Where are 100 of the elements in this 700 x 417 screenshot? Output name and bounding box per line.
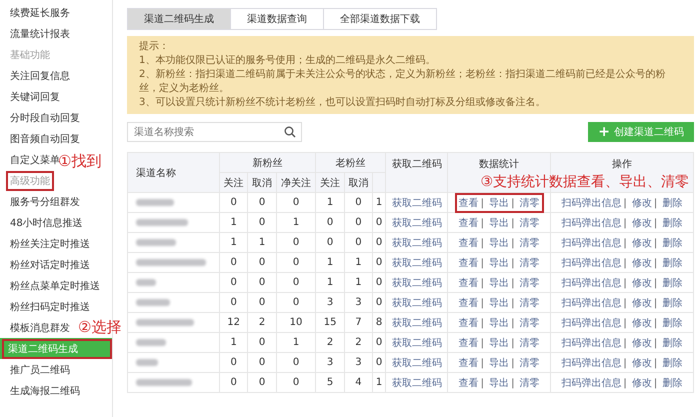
stats-link[interactable]: 查看 bbox=[458, 258, 479, 268]
operation-link[interactable]: 扫码弹出信息 bbox=[561, 338, 622, 348]
stats-link[interactable]: 导出 bbox=[489, 278, 510, 288]
link-separator: | bbox=[511, 358, 514, 368]
operation-link[interactable]: 删除 bbox=[662, 358, 682, 368]
sidebar-item[interactable]: 图音频自动回复 bbox=[8, 130, 82, 148]
table-cell: 0 bbox=[219, 192, 248, 212]
sidebar-item[interactable]: 关注回复信息 bbox=[8, 66, 72, 84]
stats-link[interactable]: 查看 bbox=[458, 338, 479, 348]
stats-link[interactable]: 清零 bbox=[520, 358, 540, 368]
sidebar-item[interactable]: 分时段自动回复 bbox=[8, 108, 82, 126]
sidebar-item[interactable]: 粉丝关注定时推送 bbox=[8, 234, 92, 252]
operation-link[interactable]: 扫码弹出信息 bbox=[561, 198, 622, 208]
sidebar-item[interactable]: 模板消息群发 bbox=[8, 318, 72, 336]
operation-link[interactable]: 扫码弹出信息 bbox=[561, 298, 622, 308]
tab[interactable]: 渠道二维码生成 bbox=[127, 8, 231, 30]
stats-link[interactable]: 导出 bbox=[489, 238, 510, 248]
link-separator: | bbox=[654, 258, 658, 268]
column-header: 关注 bbox=[316, 172, 344, 192]
operation-link[interactable]: 删除 bbox=[662, 218, 682, 228]
stats-link[interactable]: 导出 bbox=[489, 198, 510, 208]
stats-link[interactable]: 清零 bbox=[520, 218, 540, 228]
operation-link[interactable]: 删除 bbox=[662, 298, 682, 308]
stats-link[interactable]: 清零 bbox=[520, 298, 540, 308]
operation-link[interactable]: 扫码弹出信息 bbox=[561, 238, 622, 248]
operation-link[interactable]: 修改 bbox=[632, 318, 652, 328]
operation-link[interactable]: 删除 bbox=[662, 318, 682, 328]
operation-link[interactable]: 删除 bbox=[662, 278, 682, 288]
stats-link[interactable]: 导出 bbox=[489, 338, 510, 348]
sidebar-item[interactable]: 粉丝对话定时推送 bbox=[8, 256, 92, 274]
operation-link[interactable]: 删除 bbox=[662, 378, 682, 388]
stats-link[interactable]: 清零 bbox=[520, 278, 540, 288]
operation-link[interactable]: 删除 bbox=[662, 258, 682, 268]
link-separator: | bbox=[623, 338, 627, 348]
stats-link[interactable]: 查看 bbox=[458, 198, 479, 208]
sidebar-item[interactable]: 粉丝点菜单定时推送 bbox=[8, 276, 102, 294]
stats-link[interactable]: 导出 bbox=[489, 318, 510, 328]
sidebar-item[interactable]: 续费延长服务 bbox=[8, 4, 72, 22]
operation-link[interactable]: 删除 bbox=[662, 338, 682, 348]
operation-link[interactable]: 扫码弹出信息 bbox=[561, 318, 622, 328]
operation-link[interactable]: 修改 bbox=[632, 198, 652, 208]
table-cell: 0 bbox=[276, 252, 316, 272]
table-cell: 0 bbox=[276, 292, 316, 312]
sidebar-item[interactable]: 关键词回复 bbox=[8, 88, 62, 106]
stats-link[interactable]: 清零 bbox=[520, 338, 540, 348]
operation-link[interactable]: 扫码弹出信息 bbox=[561, 358, 622, 368]
table-cell: 1 bbox=[372, 372, 386, 392]
stats-link[interactable]: 清零 bbox=[520, 198, 540, 208]
operation-link[interactable]: 修改 bbox=[632, 378, 652, 388]
stats-link[interactable]: 导出 bbox=[489, 258, 510, 268]
sidebar-item[interactable]: 生成海报二维码 bbox=[8, 382, 82, 400]
stats-link[interactable]: 导出 bbox=[489, 218, 510, 228]
operation-link[interactable]: 扫码弹出信息 bbox=[561, 378, 622, 388]
stats-link[interactable]: 清零 bbox=[520, 378, 540, 388]
operation-link[interactable]: 删除 bbox=[662, 198, 682, 208]
operation-link[interactable]: 修改 bbox=[632, 358, 652, 368]
operation-link[interactable]: 修改 bbox=[632, 298, 652, 308]
stats-link[interactable]: 清零 bbox=[520, 238, 540, 248]
operation-link[interactable]: 扫码弹出信息 bbox=[561, 218, 622, 228]
sidebar-item[interactable]: 流量统计报表 bbox=[8, 24, 72, 42]
stats-link[interactable]: 导出 bbox=[489, 378, 510, 388]
link-separator: | bbox=[511, 218, 514, 228]
stats-link[interactable]: 查看 bbox=[458, 238, 479, 248]
table-cell: 0 bbox=[372, 272, 386, 292]
operation-link[interactable]: 扫码弹出信息 bbox=[561, 258, 622, 268]
search-field[interactable]: 渠道名称搜索 bbox=[127, 122, 302, 142]
operation-link[interactable]: 修改 bbox=[632, 338, 652, 348]
stats-link[interactable]: 清零 bbox=[520, 258, 540, 268]
table-cell: 3 bbox=[344, 352, 373, 372]
table-cell: 0 bbox=[344, 212, 373, 232]
operation-link[interactable]: 修改 bbox=[632, 238, 652, 248]
link-separator: | bbox=[654, 338, 658, 348]
sidebar-item[interactable]: 推广员二维码 bbox=[8, 360, 72, 378]
tab[interactable]: 全部渠道数据下载 bbox=[323, 8, 437, 30]
operation-link[interactable]: 修改 bbox=[632, 258, 652, 268]
stats-link[interactable]: 清零 bbox=[520, 318, 540, 328]
table-cell: 3 bbox=[344, 292, 373, 312]
link-separator: | bbox=[623, 358, 627, 368]
stats-link[interactable]: 导出 bbox=[489, 358, 510, 368]
stats-link[interactable]: 导出 bbox=[489, 298, 510, 308]
operation-link[interactable]: 删除 bbox=[662, 238, 682, 248]
stats-link[interactable]: 查看 bbox=[458, 318, 479, 328]
sidebar-item[interactable]: 48小时信息推送 bbox=[8, 214, 85, 232]
link-separator: | bbox=[480, 338, 484, 348]
stats-link[interactable]: 查看 bbox=[458, 378, 479, 388]
operation-link[interactable]: 修改 bbox=[632, 218, 652, 228]
operation-link[interactable]: 修改 bbox=[632, 278, 652, 288]
blurred-text bbox=[136, 378, 192, 386]
blurred-text bbox=[136, 198, 174, 206]
operation-link[interactable]: 扫码弹出信息 bbox=[561, 278, 622, 288]
table-cell: 0 bbox=[248, 192, 276, 212]
tab[interactable]: 渠道数据查询 bbox=[230, 8, 324, 30]
sidebar-item[interactable]: 粉丝扫码定时推送 bbox=[8, 298, 92, 316]
stats-link[interactable]: 查看 bbox=[458, 358, 479, 368]
stats-link[interactable]: 查看 bbox=[458, 218, 479, 228]
stats-link[interactable]: 查看 bbox=[458, 278, 479, 288]
table-cell: 0 bbox=[276, 272, 316, 292]
sidebar-item[interactable]: 服务号分组群发 bbox=[8, 192, 82, 210]
table-cell: 1 bbox=[219, 332, 248, 352]
stats-link[interactable]: 查看 bbox=[458, 298, 479, 308]
